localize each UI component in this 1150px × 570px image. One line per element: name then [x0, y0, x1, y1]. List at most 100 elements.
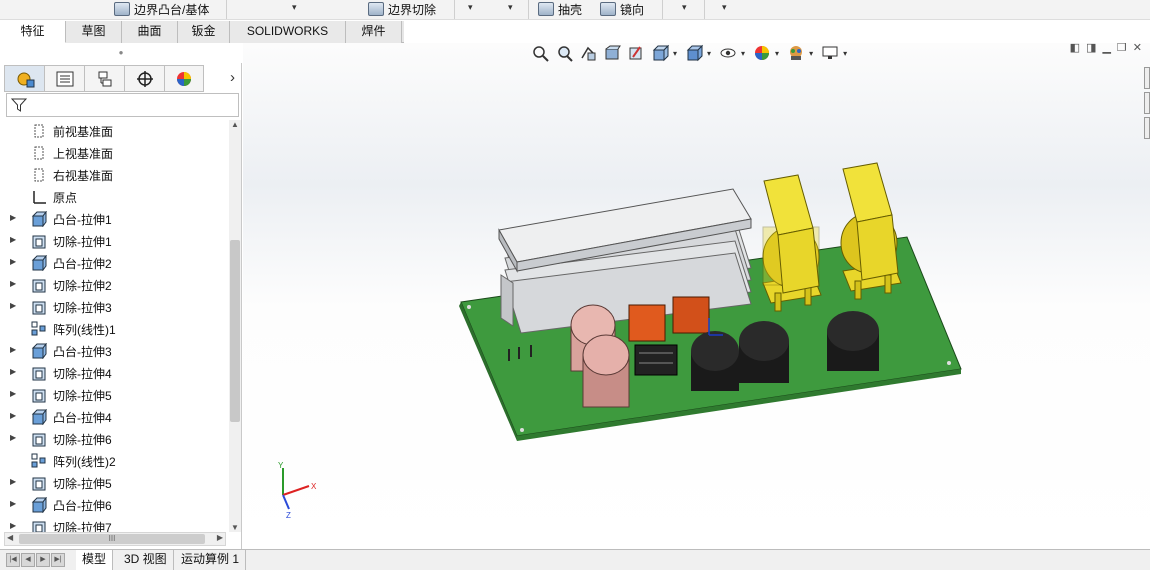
expand-arrow-icon[interactable]: ▶	[10, 301, 16, 310]
tree-item[interactable]: ▶ 切除-拉伸4	[0, 362, 228, 384]
property-list-icon	[56, 71, 73, 86]
configuration-icon	[98, 71, 111, 86]
chevron-down-icon[interactable]: ▾	[508, 2, 513, 13]
tree-item-label: 凸台-拉伸3	[53, 345, 112, 359]
scroll-down-icon[interactable]: ▼	[231, 523, 239, 532]
chevron-right-icon[interactable]: ›	[230, 69, 235, 86]
tree-item[interactable]: 原点	[0, 186, 228, 208]
expand-arrow-icon[interactable]: ▶	[10, 433, 16, 442]
tab-motion-study[interactable]: 运动算例 1	[175, 550, 247, 570]
scroll-up-icon[interactable]: ▲	[231, 120, 239, 129]
boundary-cut-button[interactable]: 边界切除	[368, 0, 436, 18]
tree-item-label: 阵列(线性)1	[53, 323, 116, 337]
expand-arrow-icon[interactable]: ▶	[10, 213, 16, 222]
tree-item-label: 切除-拉伸1	[53, 235, 112, 249]
tree-item[interactable]: ▶ 凸台-拉伸4	[0, 406, 228, 428]
tree-item[interactable]: ▶ 切除-拉伸6	[0, 428, 228, 450]
scrollbar-thumb[interactable]: III	[19, 534, 205, 544]
tree-item-label: 凸台-拉伸6	[53, 499, 112, 513]
feature-manager-panel: ● › 前视基准面 上视基准面 右视基准面 原点 ▶ 凸台-拉伸1 ▶ 切除-拉伸1 ▶ 凸台-拉…	[0, 43, 242, 549]
expand-arrow-icon[interactable]: ▶	[10, 279, 16, 288]
tab-sketch[interactable]: 草图	[66, 21, 122, 43]
tree-item[interactable]: 右视基准面	[0, 164, 228, 186]
tree-item[interactable]: ▶ 凸台-拉伸2	[0, 252, 228, 274]
scrollbar-thumb[interactable]	[230, 240, 240, 422]
shell-button[interactable]: 抽壳	[538, 0, 582, 18]
extrude-cut-icon	[31, 277, 47, 293]
tree-item[interactable]: 上视基准面	[0, 142, 228, 164]
feature-manager-tab[interactable]	[4, 65, 44, 92]
chevron-down-icon[interactable]: ▾	[292, 2, 297, 13]
property-manager-tab[interactable]	[44, 65, 84, 92]
expand-arrow-icon[interactable]: ▶	[10, 411, 16, 420]
scroll-left-icon[interactable]: ◀	[7, 533, 13, 542]
tree-item[interactable]: 前视基准面	[0, 120, 228, 142]
tree-item[interactable]: 阵列(线性)1	[0, 318, 228, 340]
panel-grip[interactable]: ●	[0, 43, 242, 63]
expand-arrow-icon[interactable]: ▶	[10, 499, 16, 508]
pcb-3d-model[interactable]: Y X Z	[243, 43, 1150, 549]
last-tab-icon[interactable]: ▶|	[51, 553, 65, 567]
tree-item[interactable]: ▶ 凸台-拉伸1	[0, 208, 228, 230]
display-manager-tab[interactable]	[164, 65, 204, 92]
expand-arrow-icon[interactable]: ▶	[10, 257, 16, 266]
transformer-2	[840, 162, 902, 300]
feature-tree-icon	[17, 72, 34, 87]
tree-item-label: 切除-拉伸4	[53, 367, 112, 381]
dimxpert-tab[interactable]	[124, 65, 164, 92]
tree-item-label: 凸台-拉伸1	[53, 213, 112, 227]
scroll-right-icon[interactable]: ▶	[217, 533, 223, 542]
relay-1	[628, 304, 666, 342]
linear-pattern-icon	[31, 453, 47, 469]
expand-arrow-icon[interactable]: ▶	[10, 367, 16, 376]
crosshair-icon	[136, 70, 153, 87]
tree-filter[interactable]	[6, 93, 239, 117]
tab-3d-view[interactable]: 3D 视图	[118, 550, 174, 570]
separator	[454, 0, 455, 19]
chevron-down-icon[interactable]: ▾	[468, 2, 473, 13]
tab-surfaces[interactable]: 曲面	[122, 21, 178, 43]
tab-weldments[interactable]: 焊件(D)	[346, 21, 402, 59]
tab-solidworks-mbd[interactable]: SOLIDWORKS MBD	[230, 21, 346, 59]
expand-arrow-icon[interactable]: ▶	[10, 477, 16, 486]
bottom-tab-bar: |◀ ◀ ▶ ▶| 模型 3D 视图 运动算例 1	[0, 549, 1150, 570]
tree-item[interactable]: ▶ 凸台-拉伸6	[0, 494, 228, 516]
tree-item[interactable]: ▶ 切除-拉伸5	[0, 472, 228, 494]
boundary-boss-button[interactable]: 边界凸台/基体	[114, 0, 209, 18]
plane-icon	[31, 145, 47, 161]
tree-item[interactable]: ▶ 凸台-拉伸3	[0, 340, 228, 362]
tree-item[interactable]: ▶ 切除-拉伸1	[0, 230, 228, 252]
tree-vertical-scrollbar[interactable]: ▲ ▼	[229, 120, 241, 532]
mirror-button[interactable]: 镜向	[600, 0, 644, 18]
tree-item[interactable]: ▶ 切除-拉伸2	[0, 274, 228, 296]
extrude-cut-icon	[31, 365, 47, 381]
expand-arrow-icon[interactable]: ▶	[10, 345, 16, 354]
tree-item-label: 切除-拉伸3	[53, 301, 112, 315]
tab-model[interactable]: 模型	[76, 550, 114, 570]
extrude-cut-icon	[31, 233, 47, 249]
boundary-cut-icon	[368, 2, 384, 16]
chevron-down-icon[interactable]: ▾	[722, 2, 727, 13]
tree-horizontal-scrollbar[interactable]: ◀ III ▶	[4, 532, 226, 546]
tree-item[interactable]: ▶ 切除-拉伸3	[0, 296, 228, 318]
tree-item[interactable]: ▶ 切除-拉伸5	[0, 384, 228, 406]
tree-item[interactable]: ▶ 切除-拉伸7	[0, 516, 228, 532]
graphics-area[interactable]: ▾ ▾ ▾ ▾ ▾ ▾ ◧ ◨ ▁ ❐ ✕ Y X Z	[243, 43, 1150, 549]
reference-triad: Y X Z	[278, 461, 317, 520]
expand-arrow-icon[interactable]: ▶	[10, 389, 16, 398]
next-tab-icon[interactable]: ▶	[36, 553, 50, 567]
first-tab-icon[interactable]: |◀	[6, 553, 20, 567]
tree-item[interactable]: 阵列(线性)2	[0, 450, 228, 472]
chevron-down-icon[interactable]: ▾	[682, 2, 687, 13]
tree-item-label: 切除-拉伸7	[53, 521, 112, 532]
expand-arrow-icon[interactable]: ▶	[10, 235, 16, 244]
separator	[528, 0, 529, 19]
tab-sheet-metal[interactable]: 钣金	[178, 21, 230, 43]
plane-icon	[31, 167, 47, 183]
expand-arrow-icon[interactable]: ▶	[10, 521, 16, 530]
tab-features[interactable]: 特征	[0, 21, 66, 43]
tree-item-label: 原点	[53, 191, 78, 205]
prev-tab-icon[interactable]: ◀	[21, 553, 35, 567]
configuration-manager-tab[interactable]	[84, 65, 124, 92]
separator	[226, 0, 227, 19]
